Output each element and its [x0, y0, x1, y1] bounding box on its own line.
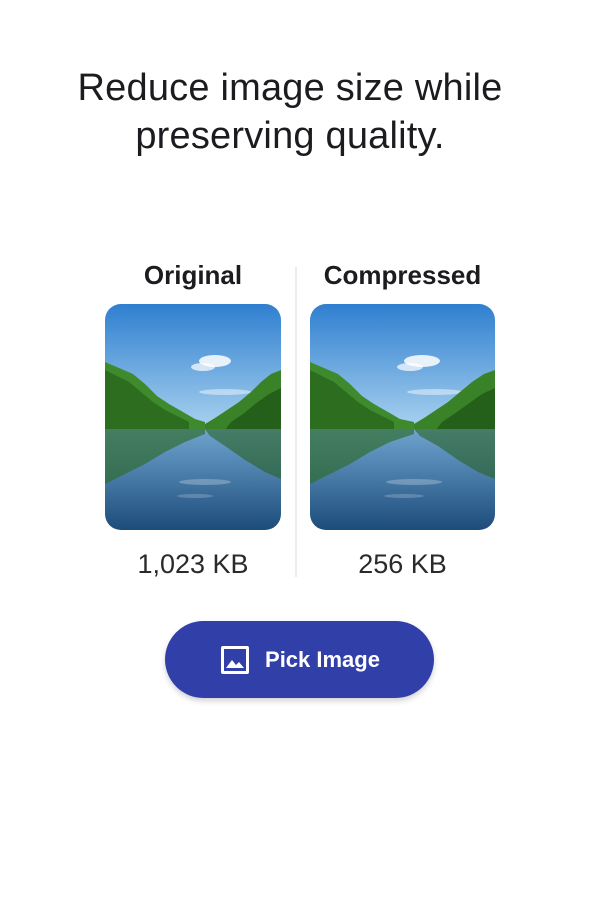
compressed-column: Compressed 256 KB [310, 255, 495, 584]
compressed-image [310, 304, 495, 530]
original-image [105, 304, 281, 530]
original-size: 1,023 KB [137, 549, 249, 579]
original-label: Original [143, 260, 243, 290]
image-comparison: Original 1,023 KB Compressed 256 KB [0, 255, 599, 585]
headline: Reduce image size while preserving quali… [77, 67, 503, 157]
compressed-size: 256 KB [358, 549, 447, 579]
column-divider [295, 267, 297, 577]
pick-image-button[interactable]: Pick Image [165, 621, 434, 698]
compressed-label: Compressed [323, 260, 482, 290]
image-icon [221, 645, 250, 674]
pick-image-label: Pick Image [265, 646, 380, 672]
original-column: Original 1,023 KB [105, 255, 281, 584]
